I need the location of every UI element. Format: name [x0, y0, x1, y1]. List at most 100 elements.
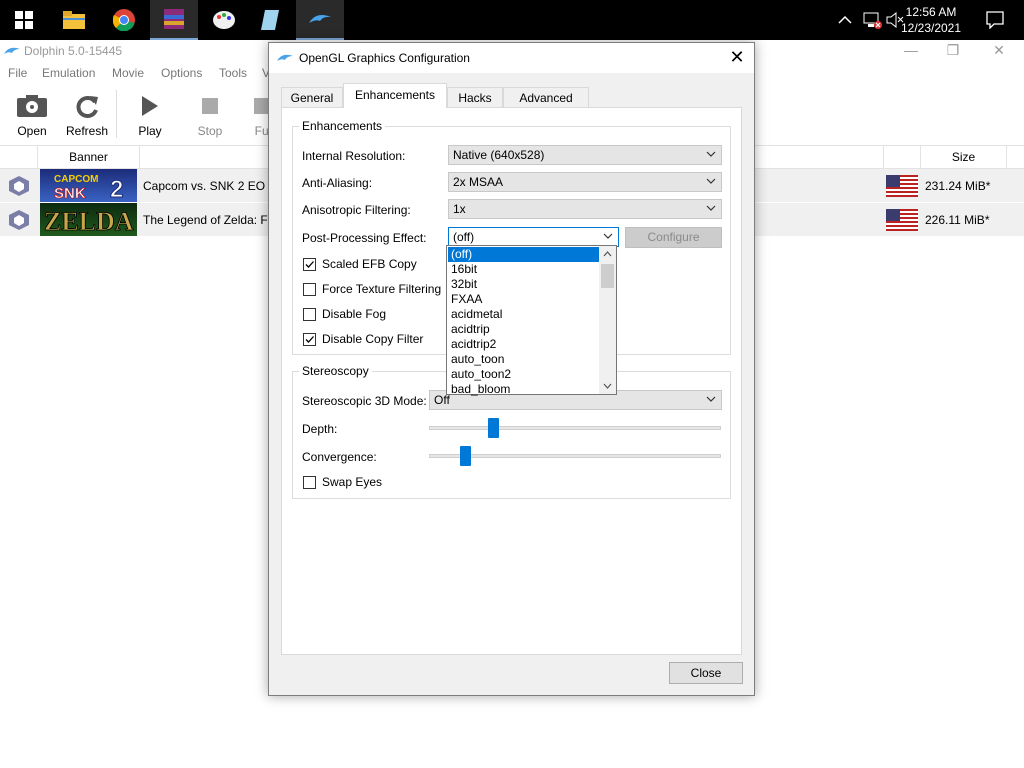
convergence-label: Convergence: — [302, 450, 377, 464]
menu-options[interactable]: Options — [161, 66, 202, 80]
network-status[interactable] — [862, 0, 882, 40]
game-size: 226.11 MiB* — [925, 213, 990, 227]
col-size[interactable]: Size — [921, 146, 1007, 169]
chevron-down-icon — [603, 233, 613, 239]
dropdown-option[interactable]: acidmetal — [448, 307, 599, 322]
taskbar-paint[interactable] — [200, 0, 248, 40]
dropdown-option[interactable]: bad_bloom — [448, 382, 599, 397]
game-banner-capcom: CAPCOM SNK 2 — [40, 169, 137, 204]
disable-fog-checkbox[interactable]: Disable Fog — [303, 307, 386, 321]
scroll-up-icon[interactable] — [603, 250, 612, 257]
scrollbar-thumb[interactable] — [601, 264, 614, 288]
open-button[interactable]: Open — [7, 86, 57, 142]
action-center-button[interactable] — [986, 11, 1004, 32]
col-platform[interactable] — [0, 146, 38, 169]
depth-label: Depth: — [302, 422, 338, 436]
scaled-efb-copy-checkbox[interactable]: Scaled EFB Copy — [303, 257, 417, 271]
taskbar: 12:56 AM 12/23/2021 — [0, 0, 1024, 40]
taskbar-winrar[interactable] — [150, 0, 198, 40]
menu-emulation[interactable]: Emulation — [42, 66, 95, 80]
internal-resolution-label: Internal Resolution: — [302, 149, 406, 163]
checkbox-box — [303, 332, 316, 346]
dropdown-option[interactable]: auto_toon2 — [448, 367, 599, 382]
dropdown-scrollbar[interactable] — [599, 246, 616, 394]
menu-tools[interactable]: Tools — [219, 66, 247, 80]
svg-text:ZELDA: ZELDA — [44, 207, 134, 236]
dropdown-option[interactable]: 16bit — [448, 262, 599, 277]
toolbar-separator — [116, 90, 117, 138]
post-processing-select[interactable]: (off) — [448, 227, 619, 247]
dropdown-option[interactable]: (off) — [448, 247, 599, 262]
start-button[interactable] — [0, 0, 48, 40]
game-banner-zelda: ZELDA — [40, 203, 137, 236]
checkbox-box — [303, 307, 316, 321]
dropdown-option[interactable]: acidtrip — [448, 322, 599, 337]
chevron-down-icon — [706, 178, 716, 184]
checkbox-box — [303, 282, 316, 296]
col-banner[interactable]: Banner — [38, 146, 140, 169]
system-clock[interactable]: 12:56 AM 12/23/2021 — [896, 4, 966, 36]
anisotropic-select[interactable]: 1x — [448, 199, 722, 219]
usa-flag-icon — [886, 175, 918, 197]
internal-resolution-value: Native (640x528) — [453, 148, 545, 162]
convergence-slider-thumb[interactable] — [459, 446, 471, 466]
dolphin-app-icon — [4, 47, 20, 54]
tab-general[interactable]: General — [281, 87, 343, 108]
taskbar-dolphin[interactable] — [296, 0, 344, 40]
main-close-button[interactable]: ✕ — [976, 42, 1022, 62]
minimize-button[interactable]: — — [888, 42, 934, 62]
dialog-titlebar: OpenGL Graphics Configuration ✕ — [269, 43, 754, 73]
menu-movie[interactable]: Movie — [112, 66, 144, 80]
scaled-efb-copy-label: Scaled EFB Copy — [322, 257, 417, 271]
tab-advanced[interactable]: Advanced — [503, 87, 589, 108]
convergence-slider-track[interactable] — [429, 454, 721, 458]
stop-button[interactable]: Stop — [185, 86, 235, 142]
dialog-close-icon[interactable]: ✕ — [720, 43, 754, 73]
disable-copy-filter-checkbox[interactable]: Disable Copy Filter — [303, 332, 423, 346]
show-hidden-icons[interactable] — [838, 0, 852, 40]
game-title: Capcom vs. SNK 2 EO — [143, 179, 266, 193]
force-texture-filtering-checkbox[interactable]: Force Texture Filtering — [303, 282, 441, 296]
checkmark-icon — [305, 260, 314, 268]
refresh-icon — [76, 96, 98, 118]
chevron-down-icon — [706, 396, 716, 402]
play-label: Play — [138, 124, 162, 138]
swap-eyes-checkbox[interactable]: Swap Eyes — [303, 475, 382, 489]
paint-icon — [213, 11, 235, 29]
maximize-button[interactable]: ❐ — [930, 42, 976, 62]
svg-text:2: 2 — [110, 176, 123, 202]
windows-logo-icon — [15, 11, 33, 29]
dolphin-icon — [309, 15, 331, 23]
depth-slider-thumb[interactable] — [488, 418, 499, 438]
col-region[interactable] — [883, 146, 921, 169]
anisotropic-label: Anisotropic Filtering: — [302, 203, 411, 217]
dialog-title: OpenGL Graphics Configuration — [299, 51, 470, 65]
configure-button[interactable]: Configure — [625, 227, 722, 248]
clock-date: 12/23/2021 — [900, 21, 962, 35]
checkmark-icon — [305, 335, 314, 343]
anisotropic-value: 1x — [453, 202, 466, 216]
depth-slider-track[interactable] — [429, 426, 721, 430]
menu-file[interactable]: File — [8, 66, 27, 80]
dropdown-option[interactable]: 32bit — [448, 277, 599, 292]
checkbox-box — [303, 257, 316, 271]
taskbar-notepad[interactable] — [246, 0, 294, 40]
post-processing-dropdown-list[interactable]: (off) 16bit 32bit FXAA acidmetal acidtrip acid… — [446, 245, 617, 397]
internal-resolution-select[interactable]: Native (640x528) — [448, 145, 722, 165]
winrar-icon — [164, 9, 184, 29]
tab-enhancements[interactable]: Enhancements — [343, 83, 447, 108]
taskbar-file-explorer[interactable] — [50, 0, 98, 40]
tab-hacks[interactable]: Hacks — [447, 87, 503, 108]
taskbar-chrome[interactable] — [100, 0, 148, 40]
notepad-icon — [261, 10, 279, 30]
play-button[interactable]: Play — [125, 86, 175, 142]
anti-aliasing-select[interactable]: 2x MSAA — [448, 172, 722, 192]
dropdown-option[interactable]: auto_toon — [448, 352, 599, 367]
notification-icon — [986, 11, 1004, 30]
dropdown-option[interactable]: acidtrip2 — [448, 337, 599, 352]
refresh-button[interactable]: Refresh — [62, 86, 112, 142]
dropdown-option[interactable]: FXAA — [448, 292, 599, 307]
close-button[interactable]: Close — [669, 662, 743, 684]
scroll-down-icon[interactable] — [603, 383, 612, 390]
refresh-label: Refresh — [65, 124, 109, 138]
